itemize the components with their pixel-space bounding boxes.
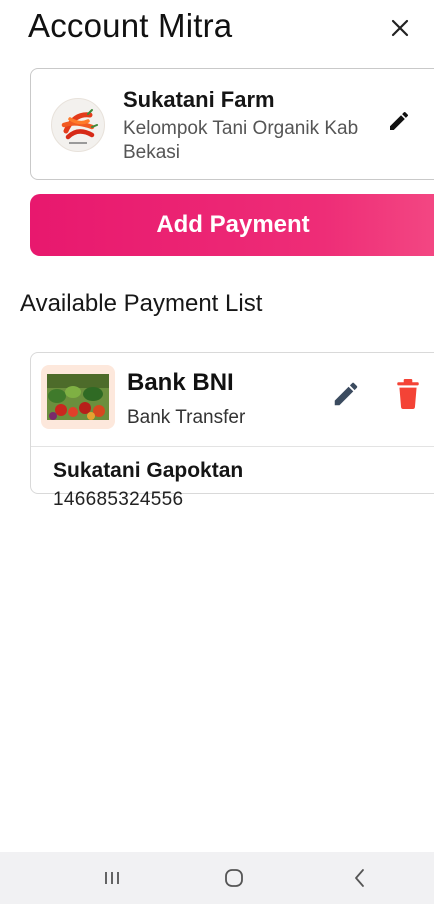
payment-list-title: Available Payment List xyxy=(20,290,263,317)
payment-card: Bank BNI Bank Transfer Sukatani Gapoktan… xyxy=(30,352,434,510)
card-divider xyxy=(31,446,434,447)
mitra-profile-card: Sukatani Farm Kelompok Tani Organik Kab … xyxy=(30,68,434,180)
vegetables-image-icon xyxy=(47,374,109,420)
page-title: Account Mitra xyxy=(28,7,233,44)
chili-logo-icon xyxy=(61,109,98,144)
bank-name: Bank BNI xyxy=(127,369,234,396)
bank-thumbnail xyxy=(41,365,115,429)
mitra-logo xyxy=(51,98,105,152)
system-nav-bar xyxy=(0,852,434,904)
mitra-description: Kelompok Tani Organik Kab Bekasi xyxy=(123,118,359,163)
add-payment-button[interactable]: Add Payment xyxy=(30,194,434,256)
account-name: Sukatani Gapoktan xyxy=(53,459,244,482)
home-icon[interactable] xyxy=(218,862,250,894)
header: Account Mitra xyxy=(28,4,420,52)
recent-apps-icon[interactable] xyxy=(96,862,128,894)
back-icon[interactable] xyxy=(344,862,376,894)
close-icon[interactable] xyxy=(390,18,410,38)
mitra-name: Sukatani Farm xyxy=(123,87,275,112)
delete-payment-trash-icon[interactable] xyxy=(395,379,421,409)
edit-mitra-pencil-icon[interactable] xyxy=(387,109,411,133)
edit-payment-pencil-icon[interactable] xyxy=(331,379,361,409)
account-number: 146685324556 xyxy=(53,489,184,510)
payment-type: Bank Transfer xyxy=(127,407,246,428)
